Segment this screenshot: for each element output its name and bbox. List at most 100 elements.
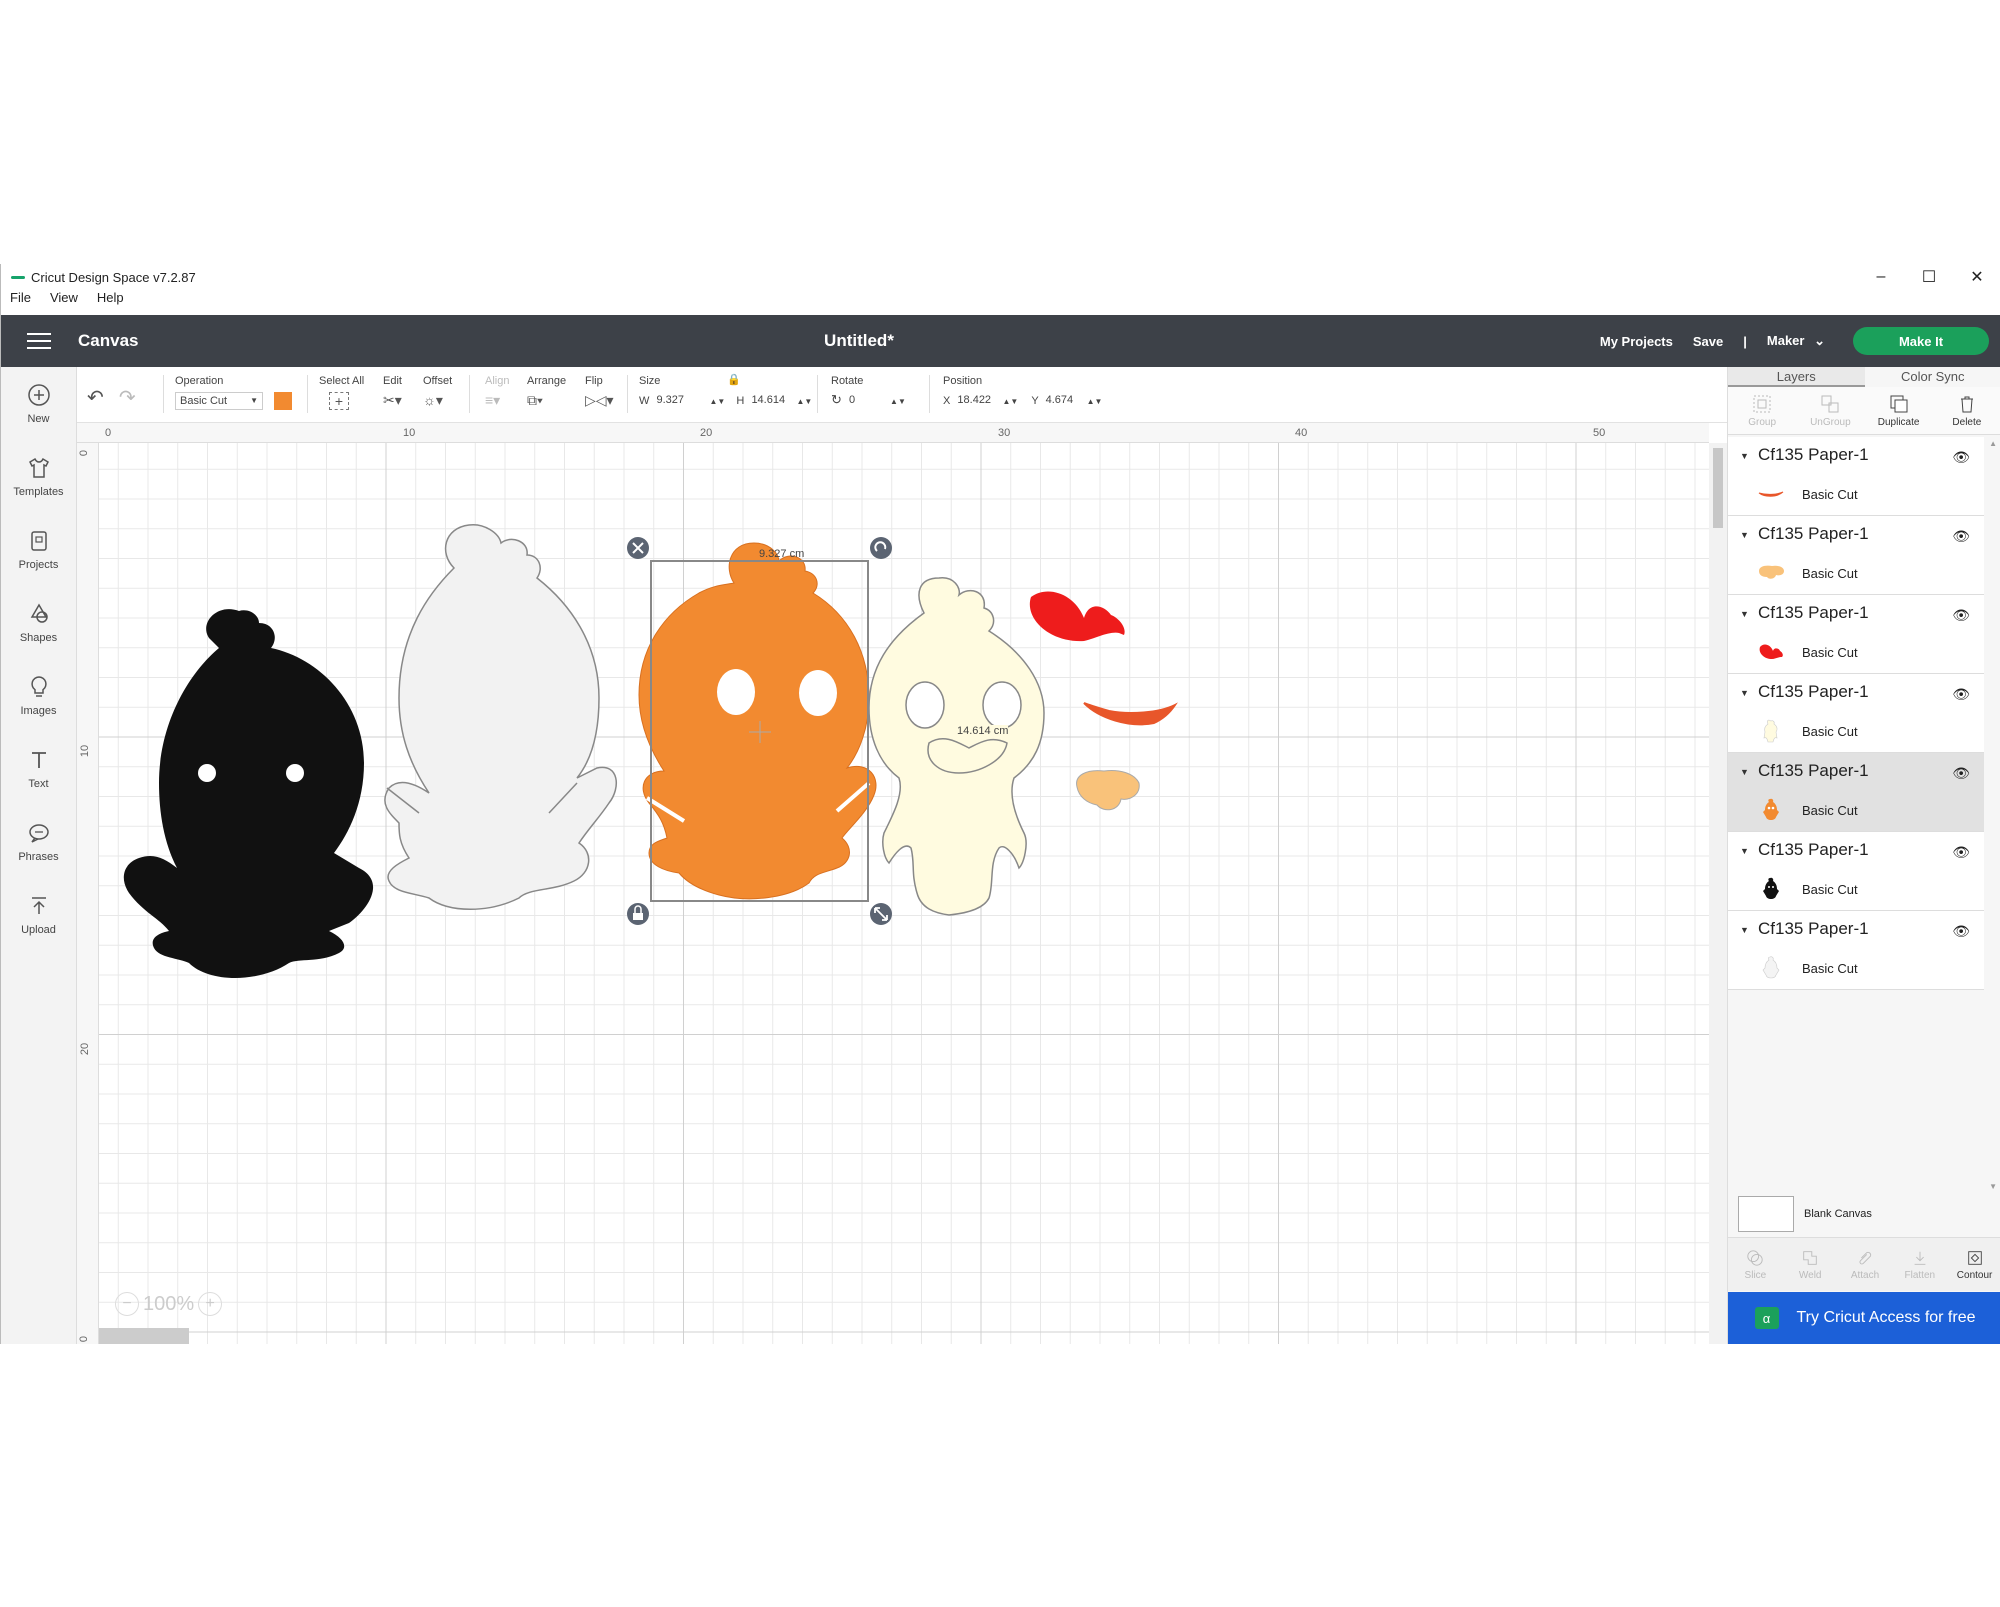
zoom-out-button[interactable]: − bbox=[115, 1292, 139, 1316]
y-stepper-icon[interactable]: ▲▼ bbox=[1087, 397, 1103, 406]
close-icon[interactable]: ✕ bbox=[1953, 264, 2000, 290]
tool-label: Phrases bbox=[18, 850, 59, 863]
flip-icon[interactable]: ▷◁▾ bbox=[585, 392, 614, 409]
zoom-in-button[interactable]: + bbox=[198, 1292, 223, 1316]
operation-select[interactable]: Basic Cut ▼ bbox=[175, 392, 263, 410]
menu-help[interactable]: Help bbox=[97, 290, 124, 310]
layer-item[interactable]: ▼ Cf135 Paper-1 👁 Basic Cut bbox=[1728, 516, 1984, 595]
align-icon[interactable]: ≡▾ bbox=[485, 392, 500, 409]
vertical-scrollbar[interactable] bbox=[1709, 443, 1727, 1344]
tool-upload[interactable]: Upload bbox=[1, 878, 76, 951]
tab-layers[interactable]: Layers bbox=[1728, 367, 1865, 387]
x-stepper-icon[interactable]: ▲▼ bbox=[1002, 397, 1018, 406]
tool-projects[interactable]: Projects bbox=[1, 513, 76, 586]
lock-ratio-icon[interactable]: 🔒 bbox=[727, 373, 741, 386]
horizontal-scrollbar[interactable] bbox=[99, 1328, 189, 1344]
minimize-icon[interactable]: – bbox=[1857, 264, 1905, 290]
y-input[interactable]: 4.674 bbox=[1042, 392, 1084, 410]
eye-icon[interactable]: 👁 bbox=[1952, 923, 1970, 940]
maximize-icon[interactable]: ☐ bbox=[1905, 264, 1953, 290]
panel-scroll-up-icon[interactable]: ▲ bbox=[1989, 439, 1997, 448]
ungroup-button[interactable]: UnGroup bbox=[1796, 387, 1864, 434]
mouth-shape[interactable] bbox=[1083, 702, 1178, 726]
eye-icon[interactable]: 👁 bbox=[1952, 449, 1970, 466]
beak-shape[interactable] bbox=[1076, 770, 1140, 811]
caret-down-icon[interactable]: ▼ bbox=[1740, 688, 1749, 698]
group-button[interactable]: Group bbox=[1728, 387, 1796, 434]
undo-icon[interactable]: ↶ bbox=[87, 385, 104, 410]
tool-shapes[interactable]: Shapes bbox=[1, 586, 76, 659]
delete-button[interactable]: Delete bbox=[1933, 387, 2000, 434]
tab-color-sync[interactable]: Color Sync bbox=[1864, 367, 2000, 387]
attach-button[interactable]: Attach bbox=[1838, 1238, 1893, 1291]
black-chick-shape[interactable] bbox=[123, 609, 374, 978]
layer-item-selected[interactable]: ▼ Cf135 Paper-1 👁 Basic Cut bbox=[1728, 753, 1984, 832]
resize-handle-icon[interactable] bbox=[870, 903, 892, 925]
menu-view[interactable]: View bbox=[50, 290, 78, 310]
rotate-stepper-icon[interactable]: ▲▼ bbox=[890, 397, 906, 406]
redo-icon[interactable]: ↷ bbox=[119, 385, 136, 410]
layer-item[interactable]: ▼ Cf135 Paper-1 👁 Basic Cut bbox=[1728, 437, 1984, 516]
rotate-handle-icon[interactable] bbox=[870, 537, 892, 559]
caret-down-icon[interactable]: ▼ bbox=[1740, 451, 1749, 461]
mouth-thumbnail-icon bbox=[1758, 491, 1784, 497]
edit-label: Edit bbox=[383, 375, 402, 387]
tool-images[interactable]: Images bbox=[1, 659, 76, 732]
eye-icon[interactable]: 👁 bbox=[1952, 528, 1970, 545]
tool-templates[interactable]: Templates bbox=[1, 440, 76, 513]
tool-text[interactable]: Text bbox=[1, 732, 76, 805]
caret-down-icon[interactable]: ▼ bbox=[1740, 846, 1749, 856]
operation-color-swatch[interactable] bbox=[274, 392, 293, 410]
canvas-artwork bbox=[123, 524, 1178, 978]
cricut-access-banner[interactable]: α Try Cricut Access for free bbox=[1728, 1292, 2000, 1344]
width-stepper-icon[interactable]: ▲▼ bbox=[710, 397, 726, 406]
weld-button[interactable]: Weld bbox=[1783, 1238, 1838, 1291]
eye-icon[interactable]: 👁 bbox=[1952, 844, 1970, 861]
height-input[interactable]: 14.614 bbox=[747, 392, 793, 410]
machine-select[interactable]: Maker ⌄ bbox=[1767, 333, 1825, 349]
design-canvas[interactable]: 9.327 cm 14.614 cm bbox=[99, 443, 1709, 1344]
layer-item[interactable]: ▼ Cf135 Paper-1 👁 Basic Cut bbox=[1728, 911, 1984, 990]
lock-handle-icon[interactable] bbox=[627, 903, 649, 925]
duplicate-label: Duplicate bbox=[1877, 416, 1920, 428]
offset-icon[interactable]: ☼▾ bbox=[423, 392, 443, 409]
left-toolbar: New Templates Projects Shapes Images Tex… bbox=[1, 367, 77, 1344]
arrange-icon[interactable]: ⧉▾ bbox=[527, 392, 543, 409]
eye-icon[interactable]: 👁 bbox=[1952, 686, 1970, 703]
layer-item[interactable]: ▼ Cf135 Paper-1 👁 Basic Cut bbox=[1728, 595, 1984, 674]
duplicate-button[interactable]: Duplicate bbox=[1865, 387, 1933, 434]
select-all-label: Select All bbox=[319, 375, 365, 387]
eye-icon[interactable]: 👁 bbox=[1952, 607, 1970, 624]
tool-phrases[interactable]: Phrases bbox=[1, 805, 76, 878]
red-comb-shape[interactable] bbox=[1029, 591, 1125, 642]
select-all-icon[interactable]: + bbox=[329, 392, 349, 410]
x-input[interactable]: 18.422 bbox=[953, 392, 999, 410]
scissors-icon[interactable]: ✂▾ bbox=[383, 392, 402, 409]
my-projects-link[interactable]: My Projects bbox=[1600, 334, 1673, 349]
rotate-input[interactable]: 0 bbox=[845, 392, 887, 410]
height-stepper-icon[interactable]: ▲▼ bbox=[797, 397, 813, 406]
flatten-button[interactable]: Flatten bbox=[1892, 1238, 1947, 1291]
save-button[interactable]: Save bbox=[1693, 334, 1723, 349]
blank-canvas-swatch[interactable] bbox=[1738, 1196, 1794, 1232]
eye-icon[interactable]: 👁 bbox=[1952, 765, 1970, 782]
caret-down-icon[interactable]: ▼ bbox=[1740, 530, 1749, 540]
slice-button[interactable]: Slice bbox=[1728, 1238, 1783, 1291]
layer-item[interactable]: ▼ Cf135 Paper-1 👁 Basic Cut bbox=[1728, 832, 1984, 911]
tool-new[interactable]: New bbox=[1, 367, 76, 440]
caret-down-icon[interactable]: ▼ bbox=[1740, 767, 1749, 777]
caret-down-icon[interactable]: ▼ bbox=[1740, 925, 1749, 935]
orange-chick-shape[interactable] bbox=[638, 542, 877, 900]
panel-scroll-down-icon[interactable]: ▼ bbox=[1989, 1182, 1997, 1191]
blank-canvas-row[interactable]: Blank Canvas bbox=[1738, 1196, 1872, 1232]
cream-chick-thumbnail-icon bbox=[1763, 719, 1778, 743]
caret-down-icon[interactable]: ▼ bbox=[1740, 609, 1749, 619]
cream-chick-shape[interactable] bbox=[868, 577, 1045, 916]
contour-button[interactable]: Contour bbox=[1947, 1238, 2000, 1291]
white-chick-shape[interactable] bbox=[384, 524, 617, 910]
make-it-button[interactable]: Make It bbox=[1853, 327, 1989, 355]
menu-file[interactable]: File bbox=[10, 290, 31, 310]
width-input[interactable]: 9.327 bbox=[652, 392, 706, 410]
layer-item[interactable]: ▼ Cf135 Paper-1 👁 Basic Cut bbox=[1728, 674, 1984, 753]
delete-handle-icon[interactable] bbox=[627, 537, 649, 559]
